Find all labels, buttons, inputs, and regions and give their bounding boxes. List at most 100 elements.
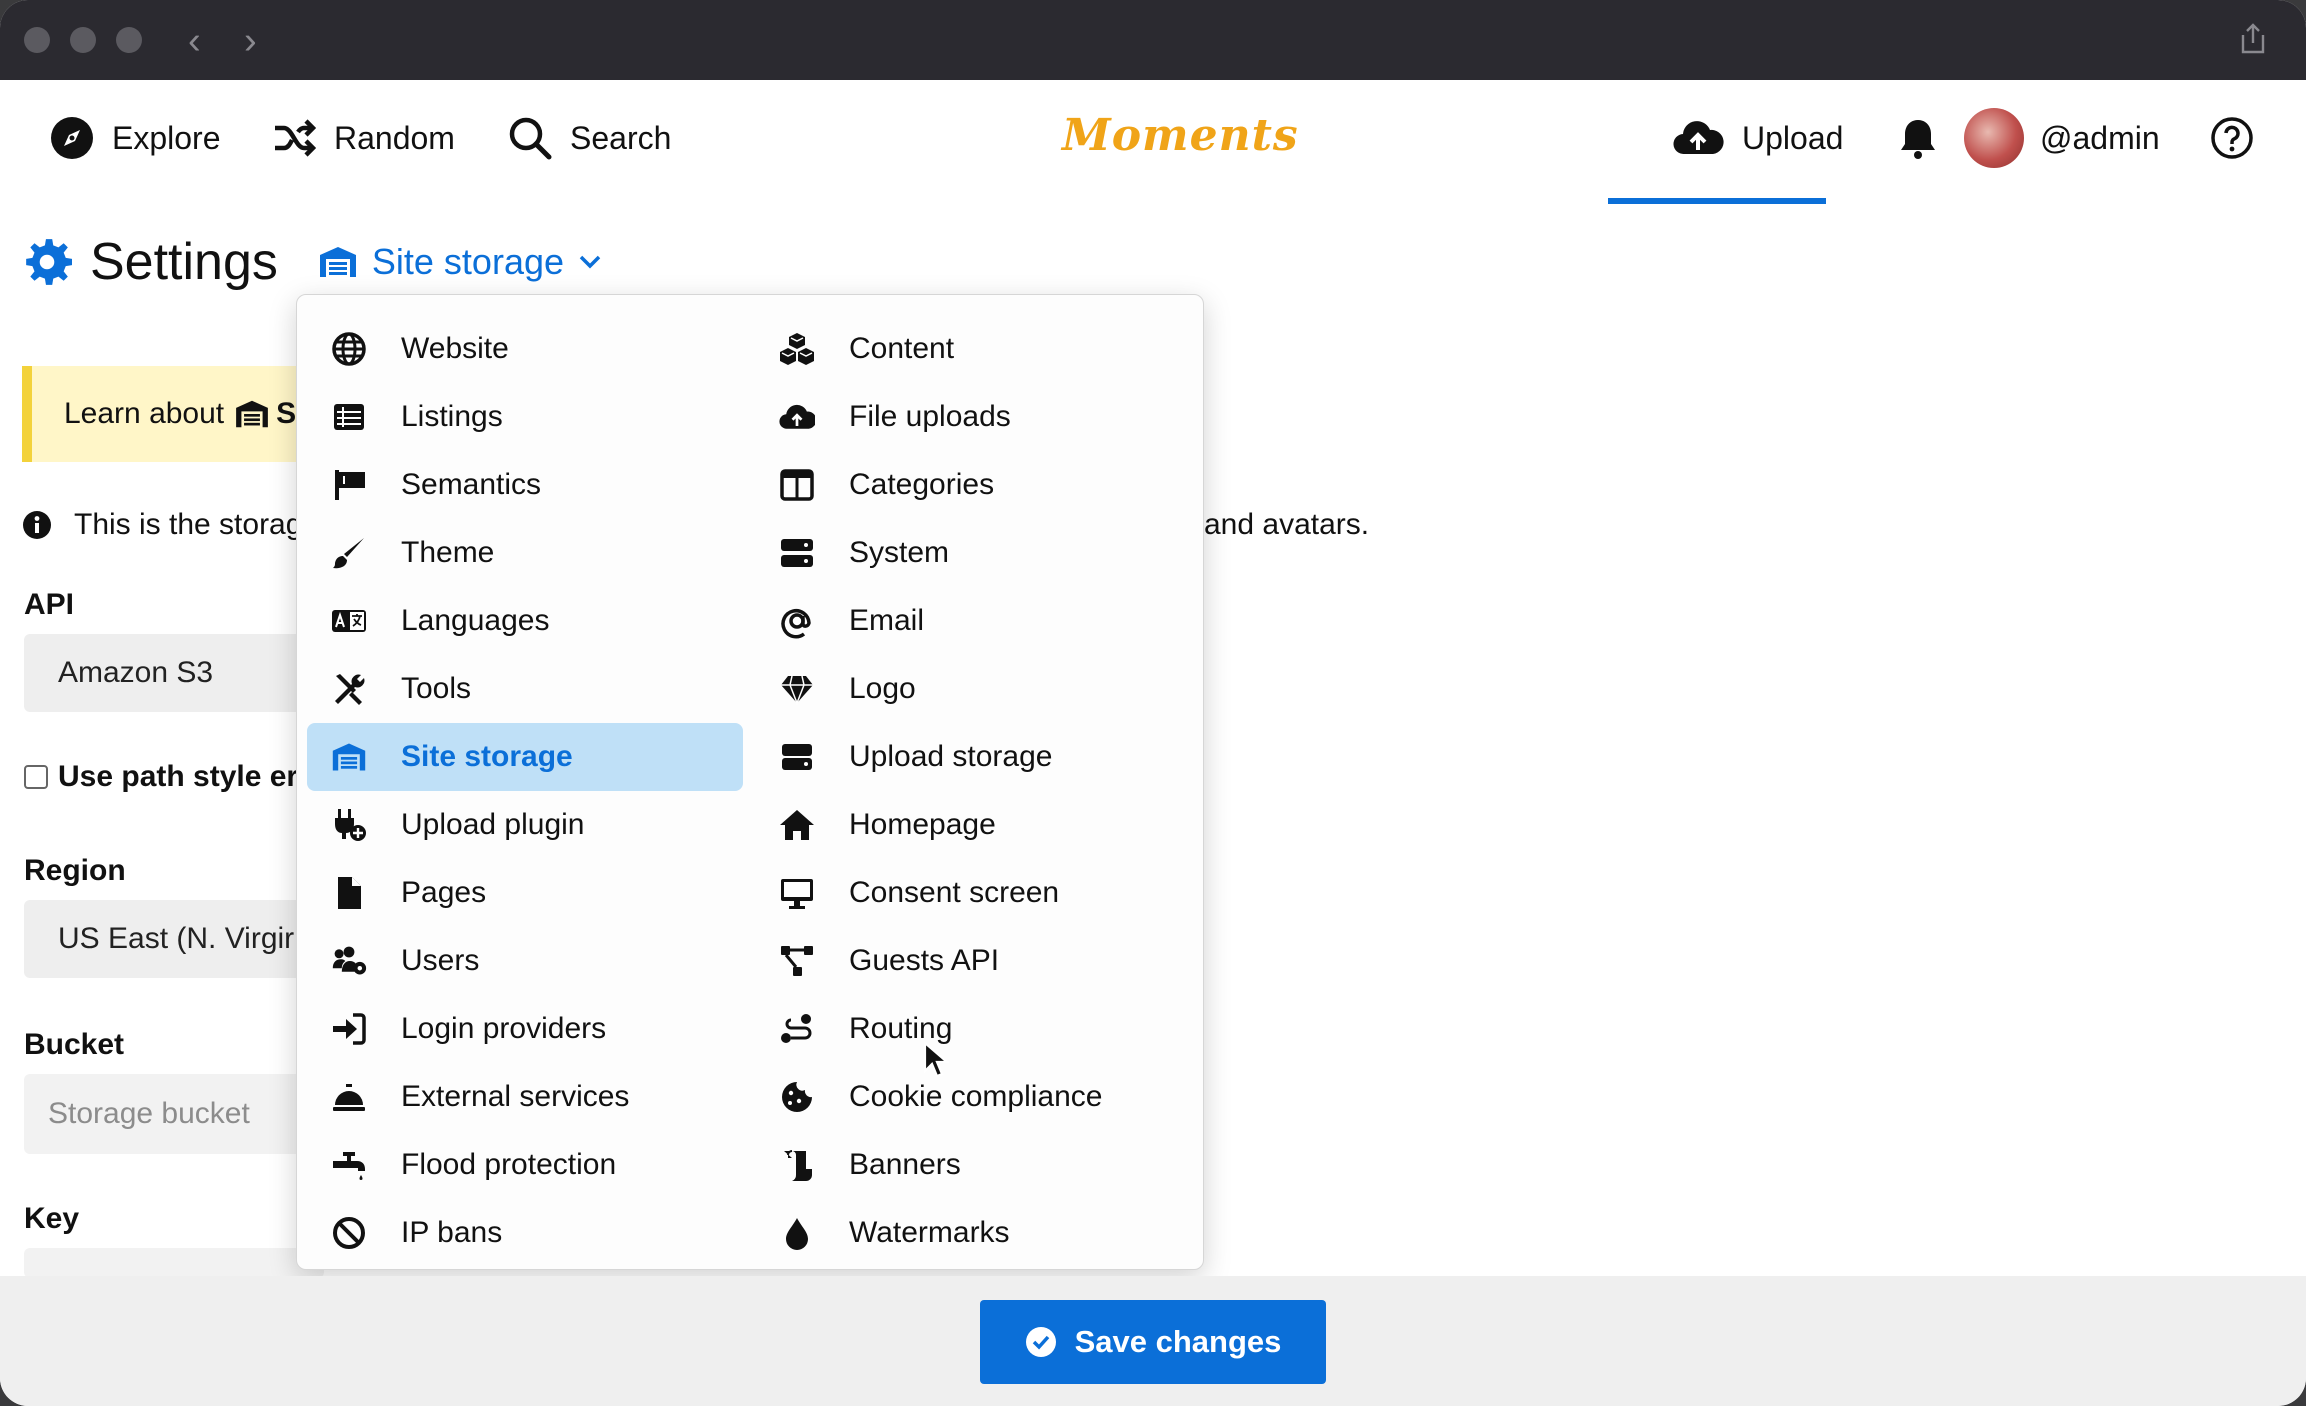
menu-item-consent-screen[interactable]: Consent screen (755, 859, 1191, 927)
menu-item-login-providers[interactable]: Login providers (307, 995, 743, 1063)
explore-link[interactable]: Explore (50, 110, 221, 166)
brand-logo[interactable]: Moments (1062, 110, 1299, 161)
menu-item-label: Website (401, 332, 509, 365)
random-link[interactable]: Random (272, 110, 455, 166)
tools-icon (335, 674, 365, 705)
close-window-button[interactable] (24, 27, 50, 53)
menu-item-homepage[interactable]: Homepage (755, 791, 1191, 859)
menu-item-logo[interactable]: Logo (755, 655, 1191, 723)
menu-item-ip-bans[interactable]: IP bans (307, 1199, 743, 1267)
menu-item-label: Categories (849, 468, 995, 501)
menu-item-upload-plugin[interactable]: Upload plugin (307, 791, 743, 859)
path-style-checkbox[interactable] (24, 765, 48, 789)
at-icon (781, 609, 811, 639)
menu-item-label: Upload plugin (401, 808, 585, 841)
ban-icon (333, 1217, 365, 1249)
menu-item-label: Email (849, 604, 925, 637)
menu-item-label: Logo (849, 672, 916, 705)
username-label: @admin (2040, 119, 2160, 156)
notifications-button[interactable] (1896, 110, 1940, 166)
menu-item-listings[interactable]: Listings (307, 383, 743, 451)
menu-item-label: Pages (401, 876, 487, 909)
menu-item-label: Tools (401, 672, 472, 705)
avatar (1964, 108, 2024, 168)
api-select[interactable]: Amazon S3 (24, 634, 324, 712)
zoom-window-button[interactable] (116, 27, 142, 53)
menu-item-content[interactable]: Content (755, 315, 1191, 383)
forward-arrow-icon[interactable]: › (244, 22, 257, 60)
menu-item-system[interactable]: System (755, 519, 1191, 587)
warehouse-icon (236, 400, 269, 428)
random-label: Random (334, 119, 455, 156)
settings-section-menu: Website Listings Semantics Theme Languag… (296, 294, 1204, 1270)
upload-link[interactable]: Upload (1672, 110, 1843, 166)
menu-item-label: Login providers (401, 1012, 607, 1045)
learn-notice[interactable]: Learn about S (22, 366, 322, 462)
columns-icon (780, 469, 814, 501)
menu-item-cookie-compliance[interactable]: Cookie compliance (755, 1063, 1191, 1131)
menu-item-tools[interactable]: Tools (307, 655, 743, 723)
save-changes-button[interactable]: Save changes (980, 1300, 1326, 1384)
menu-item-semantics[interactable]: Semantics (307, 451, 743, 519)
menu-item-email[interactable]: Email (755, 587, 1191, 655)
help-icon (2211, 117, 2253, 159)
language-icon (332, 610, 366, 632)
menu-item-label: System (849, 536, 950, 569)
menu-item-label: Theme (401, 536, 495, 569)
menu-item-watermarks[interactable]: Watermarks (755, 1199, 1191, 1267)
users-icon (332, 946, 367, 975)
plug-icon (335, 809, 366, 841)
menu-item-pages[interactable]: Pages (307, 859, 743, 927)
paintbrush-icon (333, 538, 364, 569)
learn-text: Learn about (64, 397, 225, 430)
storage-info: This is the storag (22, 508, 302, 542)
search-icon (509, 117, 552, 160)
api-label: API (24, 588, 75, 621)
bell-concierge-icon (333, 1084, 365, 1111)
network-icon (781, 946, 813, 976)
menu-item-flood-protection[interactable]: Flood protection (307, 1131, 743, 1199)
menu-item-label: Site storage (401, 740, 573, 773)
menu-item-routing[interactable]: Routing (755, 995, 1191, 1063)
scroll-icon (784, 1150, 812, 1181)
menu-item-banners[interactable]: Banners (755, 1131, 1191, 1199)
section-selector[interactable]: Site storage (318, 241, 602, 283)
menu-item-label: Upload storage (849, 740, 1053, 773)
menu-item-categories[interactable]: Categories (755, 451, 1191, 519)
menu-item-label: Content (849, 332, 955, 365)
search-link[interactable]: Search (508, 110, 671, 166)
path-style-option[interactable]: Use path style er (24, 760, 298, 794)
help-button[interactable] (2210, 110, 2254, 166)
cloud-upload-icon (1673, 121, 1724, 155)
menu-item-website[interactable]: Website (307, 315, 743, 383)
gear-icon (26, 239, 72, 285)
key-input[interactable] (24, 1248, 324, 1278)
back-arrow-icon[interactable]: ‹ (188, 22, 201, 60)
hdd-icon (782, 744, 812, 770)
user-menu[interactable]: @admin (1964, 108, 2160, 168)
api-value: Amazon S3 (58, 656, 214, 689)
share-icon[interactable] (2238, 22, 2268, 56)
info-icon (23, 511, 51, 539)
menu-item-external-services[interactable]: External services (307, 1063, 743, 1131)
region-select[interactable]: US East (N. Virgir (24, 900, 324, 978)
menu-item-label: Semantics (401, 468, 542, 501)
info-text-tail: and avatars. (1204, 508, 1370, 541)
minimize-window-button[interactable] (70, 27, 96, 53)
region-label: Region (24, 854, 126, 887)
menu-item-label: Listings (401, 400, 503, 433)
bucket-input[interactable]: Storage bucket (24, 1074, 324, 1154)
menu-column-left: Website Listings Semantics Theme Languag… (307, 315, 743, 1267)
menu-item-users[interactable]: Users (307, 927, 743, 995)
globe-icon (332, 332, 366, 366)
menu-item-guests-api[interactable]: Guests API (755, 927, 1191, 995)
menu-item-theme[interactable]: Theme (307, 519, 743, 587)
cloud-upload-icon (779, 404, 815, 429)
compass-icon (51, 117, 93, 159)
menu-item-file-uploads[interactable]: File uploads (755, 383, 1191, 451)
tint-icon (786, 1218, 808, 1250)
menu-item-upload-storage[interactable]: Upload storage (755, 723, 1191, 791)
menu-item-languages[interactable]: Languages (307, 587, 743, 655)
flag-icon (335, 470, 365, 500)
menu-item-site-storage[interactable]: Site storage (307, 723, 743, 791)
